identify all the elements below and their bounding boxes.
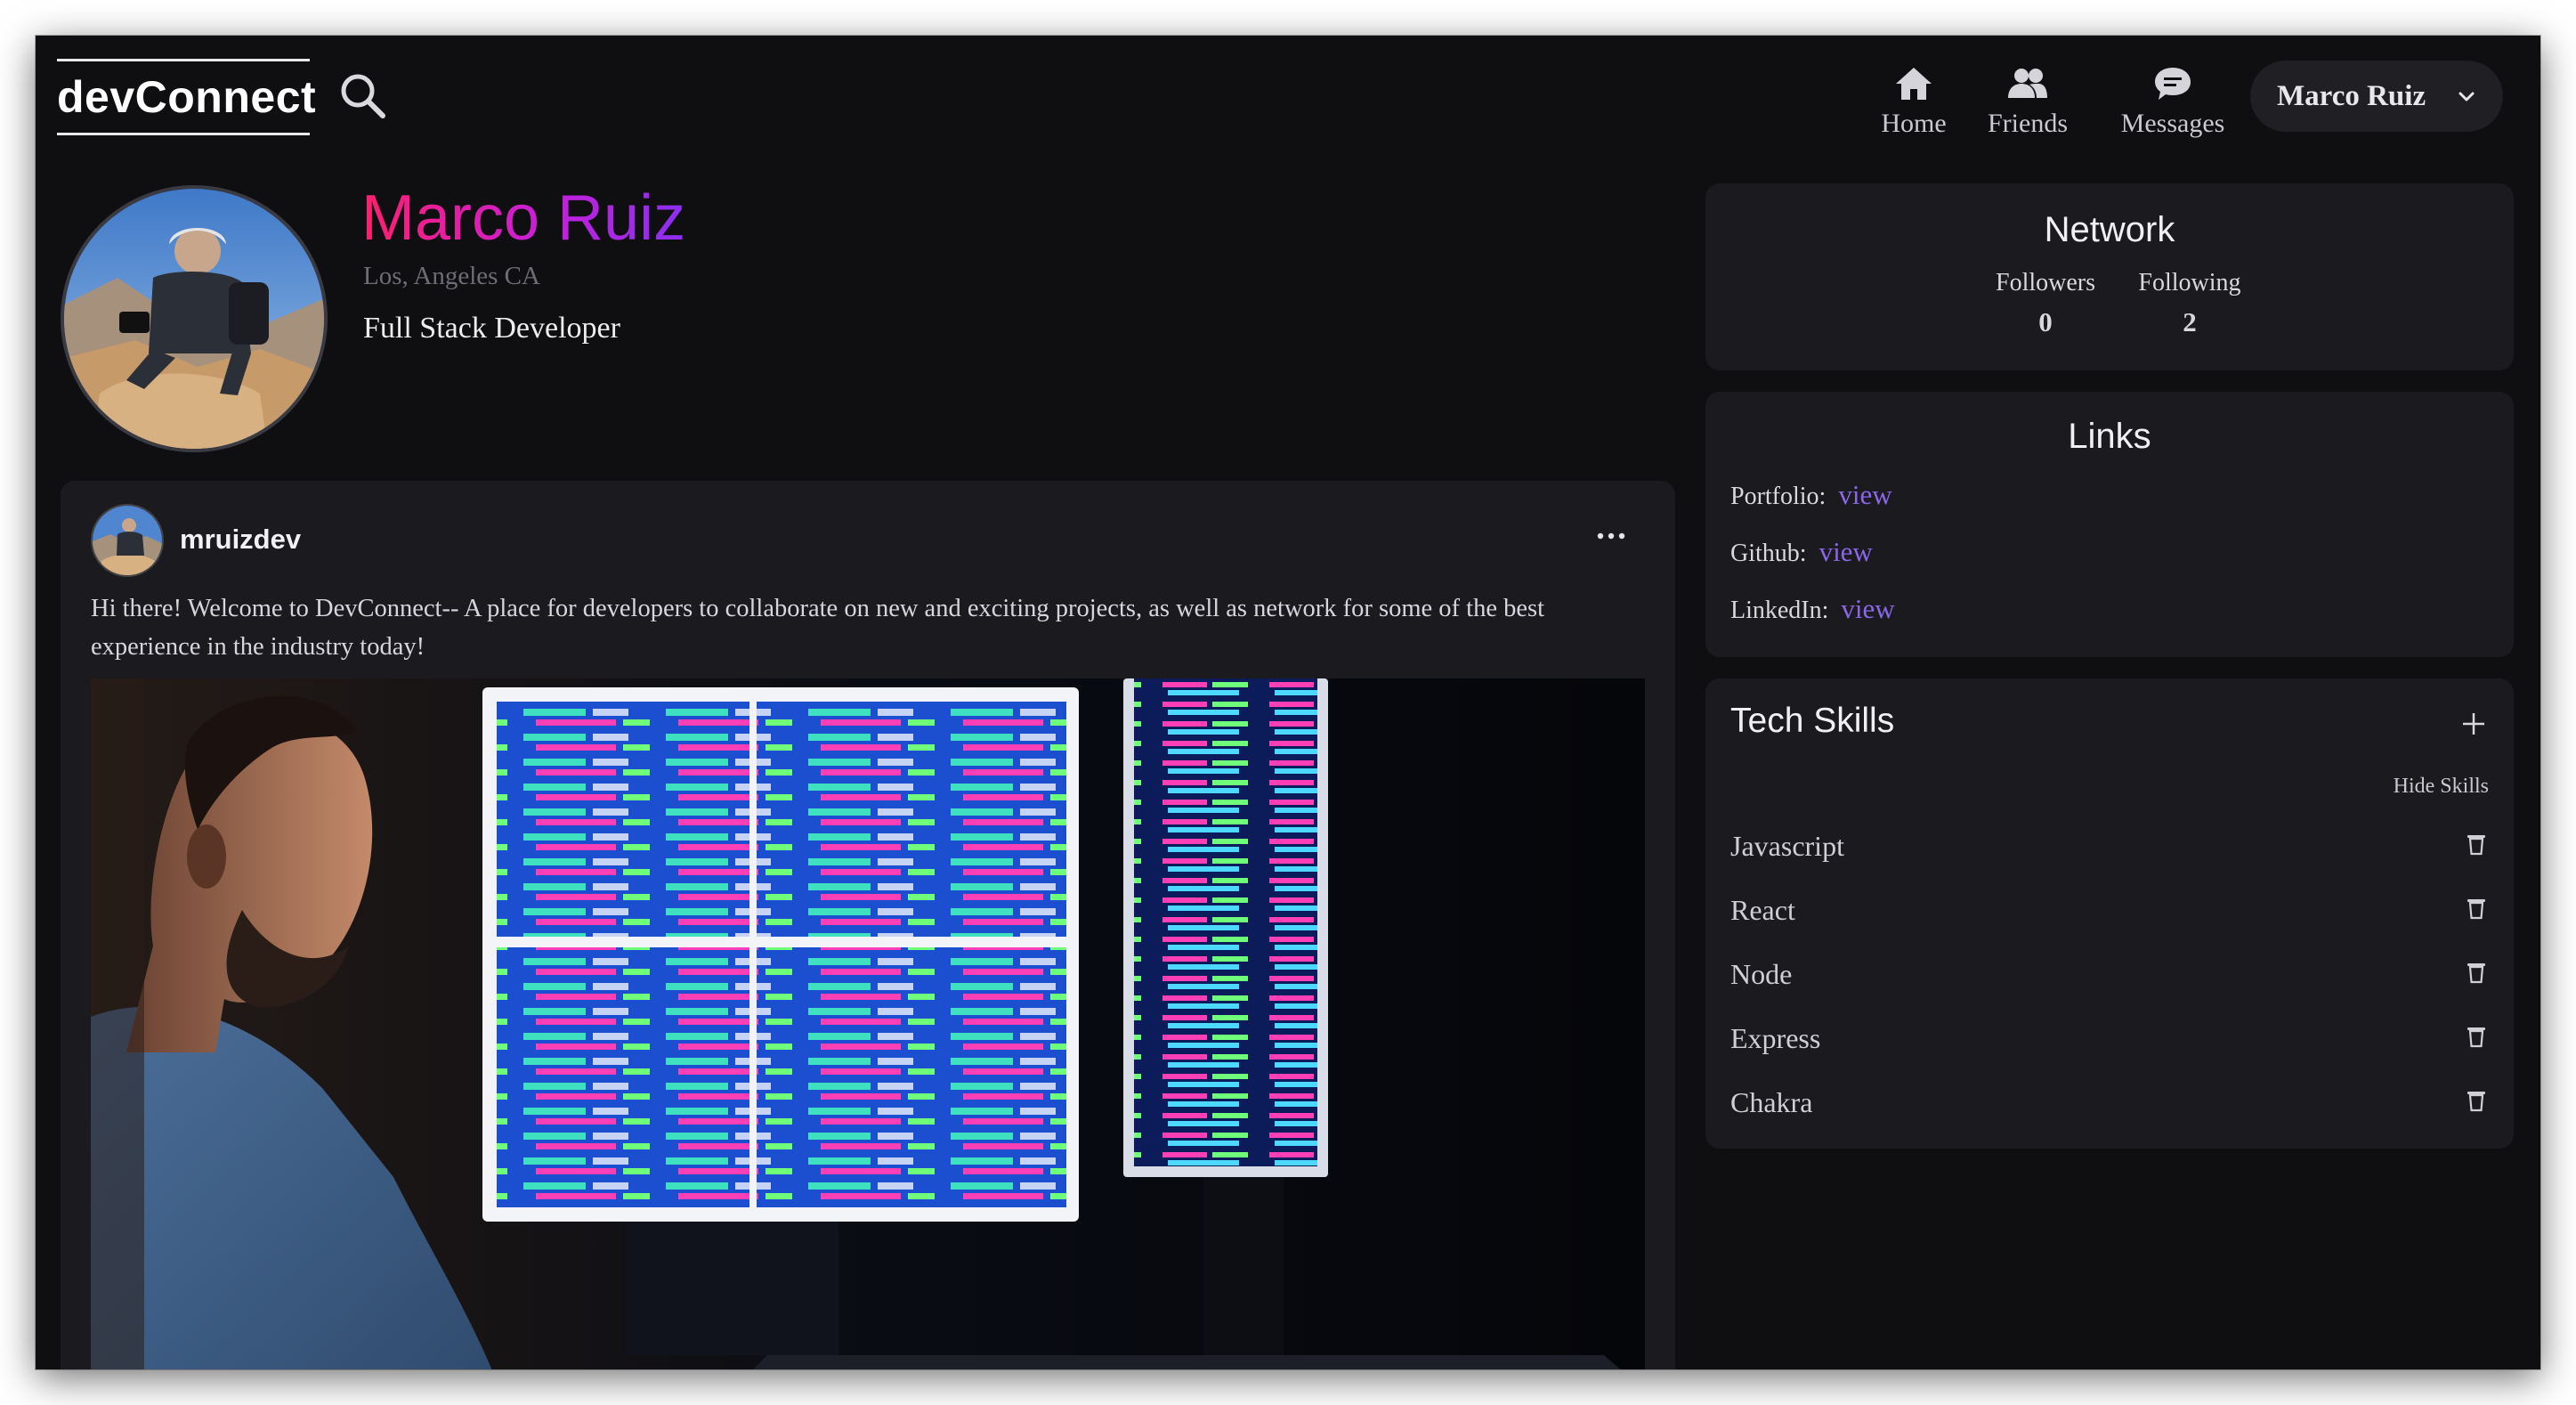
- skill-item: React: [1730, 885, 2489, 938]
- app-window: devConnect Home Friends Messages Marco R…: [36, 36, 2540, 1369]
- search-button[interactable]: [335, 68, 392, 125]
- profile-location: Los, Angeles CA: [363, 262, 540, 290]
- link-row-portfolio: Portfolio: view: [1730, 479, 1892, 511]
- messages-icon: [2155, 68, 2191, 100]
- following-label: Following: [2138, 269, 2241, 296]
- logo[interactable]: devConnect: [57, 59, 316, 135]
- post-text: Hi there! Welcome to DevConnect-- A plac…: [91, 595, 1545, 661]
- nav-home-label: Home: [1881, 109, 1947, 138]
- portfolio-view-link[interactable]: view: [1838, 479, 1891, 510]
- network-title: Network: [2044, 210, 2175, 249]
- profile-avatar: [61, 185, 328, 452]
- trash-icon[interactable]: [2466, 1024, 2487, 1049]
- link-label: Github:: [1730, 540, 1807, 567]
- followers-count: 0: [2038, 306, 2053, 337]
- skill-name: Express: [1730, 1022, 1821, 1054]
- skill-name: React: [1730, 894, 1795, 926]
- post-username[interactable]: mruizdev: [180, 524, 301, 556]
- chevron-down-icon: [2459, 92, 2475, 102]
- post-avatar[interactable]: [91, 504, 164, 577]
- skill-name: Chakra: [1730, 1086, 1813, 1118]
- nav-messages-label: Messages: [2120, 109, 2225, 138]
- profile-name: Marco Ruiz: [361, 178, 685, 258]
- friends-icon: [2008, 69, 2047, 98]
- nav-home[interactable]: Home: [1869, 55, 1958, 153]
- post-image: [91, 678, 1645, 1369]
- tech-skills-card: Tech Skills Hide Skills Javascript React…: [1705, 678, 2514, 1149]
- nav-friends-label: Friends: [1988, 109, 2068, 138]
- top-nav: devConnect Home Friends Messages Marco R…: [36, 36, 2540, 169]
- links-title: Links: [2068, 417, 2151, 456]
- user-menu-label: Marco Ruiz: [2277, 80, 2426, 112]
- home-icon: [1896, 68, 1932, 100]
- links-card: Links Portfolio: view Github: view LinkedI…: [1705, 392, 2514, 657]
- trash-icon[interactable]: [2466, 896, 2487, 921]
- skill-item: Node: [1730, 949, 2489, 1003]
- linkedin-view-link[interactable]: view: [1841, 593, 1894, 624]
- following-stat[interactable]: Following 2: [2118, 269, 2261, 338]
- skill-item: Express: [1730, 1013, 2489, 1067]
- link-row-linkedin: LinkedIn: view: [1730, 593, 1895, 625]
- link-row-github: Github: view: [1730, 536, 1873, 568]
- trash-icon[interactable]: [2466, 960, 2487, 985]
- link-label: Portfolio:: [1730, 483, 1827, 510]
- link-label: LinkedIn:: [1730, 597, 1829, 624]
- user-menu-button[interactable]: Marco Ruiz: [2250, 61, 2503, 132]
- skill-item: Chakra: [1730, 1077, 2489, 1131]
- more-options-icon[interactable]: [1593, 525, 1629, 547]
- hide-skills-button[interactable]: Hide Skills: [2394, 775, 2489, 799]
- followers-label: Followers: [1996, 269, 2095, 296]
- nav-messages[interactable]: Messages: [2097, 55, 2248, 153]
- following-count: 2: [2183, 306, 2197, 337]
- post-card: mruizdev Hi there! Welcome to DevConnect…: [61, 481, 1675, 1369]
- trash-icon[interactable]: [2466, 1088, 2487, 1113]
- search-icon: [341, 74, 385, 118]
- trash-icon[interactable]: [2466, 832, 2487, 857]
- tech-skills-title: Tech Skills: [1730, 702, 1895, 740]
- skill-item: Javascript: [1730, 821, 2489, 874]
- followers-stat[interactable]: Followers 0: [1974, 269, 2117, 338]
- skill-name: Node: [1730, 958, 1793, 990]
- nav-friends[interactable]: Friends: [1974, 55, 2081, 153]
- skill-name: Javascript: [1730, 830, 1844, 862]
- plus-icon[interactable]: [2460, 711, 2487, 737]
- github-view-link[interactable]: view: [1819, 536, 1873, 567]
- profile-role: Full Stack Developer: [363, 312, 620, 345]
- network-card: Network Followers 0 Following 2: [1705, 183, 2514, 370]
